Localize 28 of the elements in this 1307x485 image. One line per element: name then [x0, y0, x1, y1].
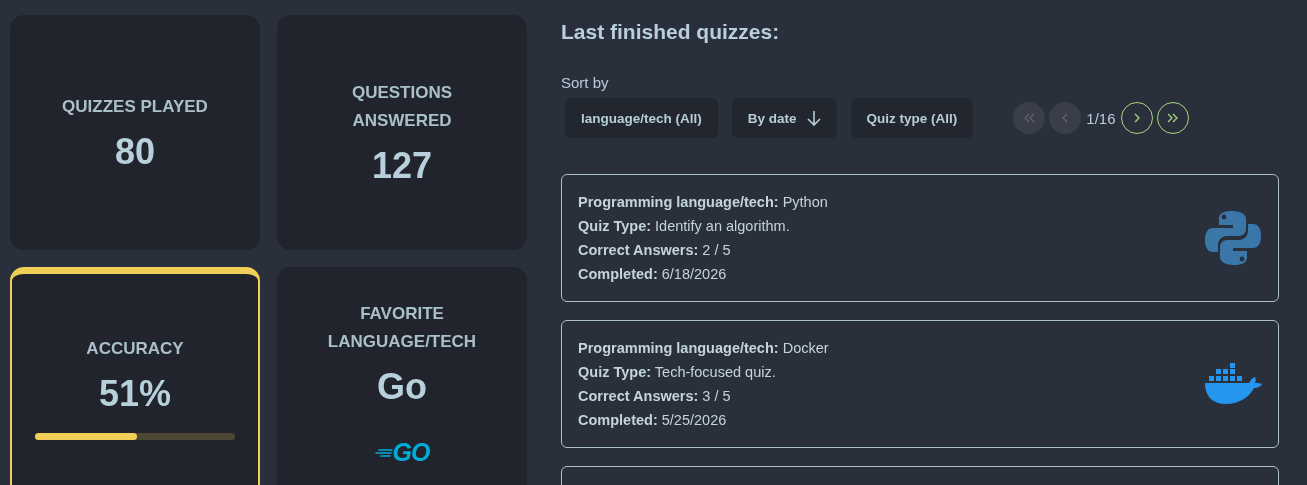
sort-button[interactable]: By date [731, 98, 837, 138]
stat-value: 127 [371, 144, 433, 187]
quiz-detail: Correct Answers: 2 / 5 [578, 241, 732, 260]
go-logo: GO [374, 436, 430, 469]
stat-label: QUIZZES PLAYED [61, 95, 209, 118]
quiz-card[interactable]: Programming language/tech: Python Quiz Type: Identify an algorithm. Correct Answers: 2 / 5 Completed: 6/18/2026 [561, 174, 1279, 302]
stat-value: Go [377, 366, 427, 408]
arrow-down-icon [806, 110, 821, 126]
sort-button[interactable]: language/tech (All) [565, 98, 718, 138]
quiz-detail: Completed: 5/25/2026 [578, 411, 728, 430]
stat-label: ACCURACY [85, 337, 185, 360]
section-heading: Last finished quizzes: [561, 20, 781, 44]
sort-label: Sort by [561, 74, 610, 91]
stat-value: 80 [114, 130, 155, 173]
stat-label: FAVORITE LANGUAGE/TECH [326, 303, 478, 353]
quiz-card[interactable]: Programming language/tech: Docker Quiz Type: Tech-focused quiz. Correct Answers: 3 / 5 Completed: 5/25/2026 [561, 320, 1279, 448]
stat-value: 51% [98, 372, 172, 415]
sort-button[interactable]: Quiz type (All) [850, 98, 974, 138]
stat-label: QUESTIONS ANSWERED [350, 81, 454, 132]
python-logo-icon [1204, 209, 1262, 267]
page-indicator: 1/16 [1085, 109, 1117, 127]
quiz-detail: Programming language/tech: Python [578, 193, 828, 212]
quiz-detail: Programming language/tech: Docker [578, 339, 829, 358]
quiz-detail: Quiz Type: Tech-focused quiz. [578, 363, 777, 382]
quiz-detail: Correct Answers: 3 / 5 [578, 387, 732, 406]
whale-icon [1204, 363, 1262, 405]
quiz-detail: Completed: 6/18/2026 [578, 265, 728, 284]
quiz-detail: Quiz Type: Identify an algorithm. [578, 217, 791, 236]
